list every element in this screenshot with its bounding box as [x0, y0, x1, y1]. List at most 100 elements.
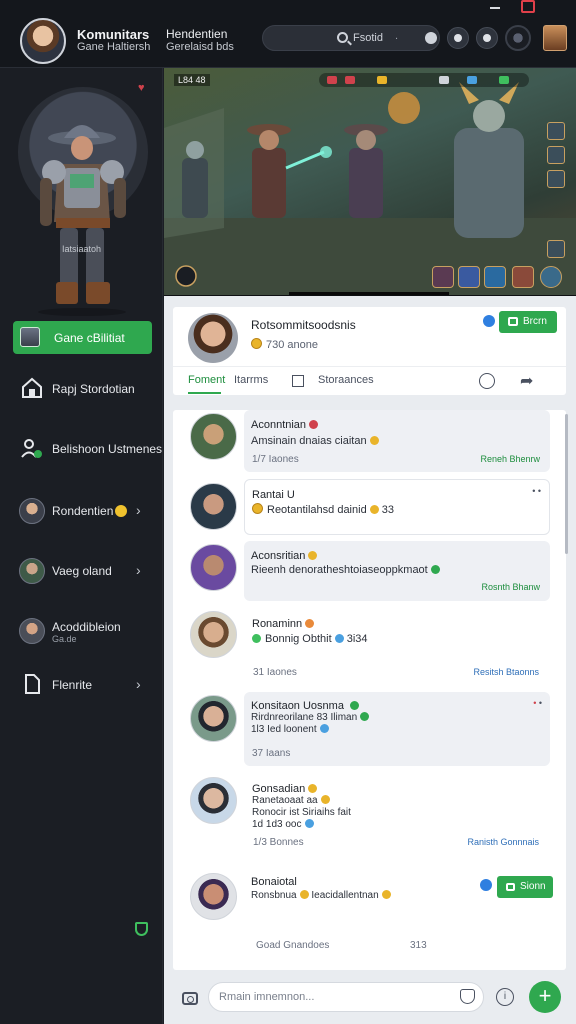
- sidebar-item-home[interactable]: Rapj Stordotian: [0, 370, 163, 410]
- game-screenshot[interactable]: L84 48: [164, 68, 576, 296]
- emoji-icon: [381, 890, 391, 899]
- sidebar-item-friends[interactable]: Belishoon Ustmenes: [0, 430, 163, 470]
- hud-ability-icon: [499, 76, 509, 84]
- sidebar-item-label: Rondentien: [52, 504, 128, 518]
- comment-count: 313: [410, 940, 427, 951]
- search-bar[interactable]: Fsotid .: [262, 25, 440, 51]
- camera-icon[interactable]: [182, 992, 198, 1005]
- comment-author[interactable]: Aconntnian: [251, 419, 319, 431]
- sidebar-item-channel-2[interactable]: Vaeg oland ›: [0, 552, 163, 592]
- game-thumbnail: [20, 327, 40, 347]
- follow-icon: [506, 883, 515, 891]
- game-item-icon[interactable]: [547, 170, 565, 188]
- mic-icon[interactable]: [425, 32, 437, 44]
- sidebar-item-files[interactable]: Flenrite ›: [0, 666, 163, 706]
- status-badge: [309, 420, 319, 429]
- profile-avatar[interactable]: [188, 313, 238, 363]
- comment-bubble: Aconsritian Rieenh denoratheshtoiaseoppk…: [244, 541, 550, 601]
- shield-icon[interactable]: [135, 922, 148, 936]
- tab-items[interactable]: Itarrms: [234, 374, 268, 386]
- search-input[interactable]: Fsotid: [353, 32, 383, 44]
- comment-author[interactable]: Gonsadian: [252, 783, 318, 795]
- add-button[interactable]: +: [529, 981, 561, 1013]
- minimize-icon[interactable]: [488, 2, 502, 12]
- comment-author[interactable]: Konsitaon Uosnma: [251, 700, 360, 712]
- follow-button-label: Brcrn: [523, 316, 547, 327]
- shield-icon: [430, 565, 440, 574]
- game-item-icon[interactable]: [547, 122, 565, 140]
- sidebar-item-channel-3[interactable]: Acoddibleion Ga.de: [0, 612, 163, 652]
- avatar[interactable]: [190, 544, 237, 591]
- share-icon[interactable]: ➦: [520, 371, 533, 391]
- comment-input[interactable]: [208, 982, 484, 1012]
- avatar[interactable]: [190, 413, 237, 460]
- avatar[interactable]: [190, 483, 237, 530]
- follow-button-label: Sionn: [520, 881, 546, 892]
- ability-icon[interactable]: [484, 266, 506, 288]
- comment-bubble: Rantai U • • Reotantilahsd dainid 33: [244, 479, 550, 535]
- comment-text: Amsinain dnaias ciaitan: [251, 435, 379, 447]
- smile-icon[interactable]: [479, 373, 495, 389]
- scrollbar[interactable]: [565, 414, 568, 554]
- coin-icon: [252, 503, 263, 514]
- reply-link[interactable]: Resitsh Btaonns: [473, 667, 539, 677]
- comment-text: Rieenh denoratheshtoiaseoppkmaot: [251, 564, 440, 576]
- heart-icon[interactable]: ♥: [138, 82, 145, 94]
- follow-button[interactable]: Sionn: [497, 876, 553, 898]
- ability-icon[interactable]: [432, 266, 454, 288]
- compose-bar: i +: [173, 981, 566, 1018]
- game-launcher-icon[interactable]: [505, 25, 531, 51]
- comment-author[interactable]: Ronaminn: [252, 618, 315, 630]
- comment-author[interactable]: Rantai U: [252, 489, 295, 501]
- emoji-icon: [115, 505, 128, 517]
- comment-text: Rirdnreorilane 83 Iliman: [251, 712, 370, 723]
- avatar: [19, 558, 45, 584]
- chevron-right-icon[interactable]: ›: [136, 502, 141, 518]
- sidebar-item-label: Belishoon Ustmenes: [52, 442, 163, 456]
- sidebar-item-channel-1[interactable]: Rondentien ›: [0, 492, 163, 532]
- avatar: [19, 618, 45, 644]
- avatar[interactable]: [190, 611, 237, 658]
- comment-time: 31 Iaones: [253, 667, 297, 678]
- tab-storage[interactable]: Storaances: [318, 374, 374, 386]
- comment-bubble: Gonsadian Ranetaoaat aa Ronocir ist Siri…: [244, 774, 550, 856]
- comment-author[interactable]: Aconsritian: [251, 550, 318, 562]
- comment-author[interactable]: Bonaiotal: [251, 876, 297, 888]
- info-icon[interactable]: i: [496, 988, 514, 1006]
- tab-comments[interactable]: Foment: [188, 374, 225, 386]
- active-tab-indicator: [188, 392, 221, 394]
- avatar[interactable]: [190, 873, 237, 920]
- file-icon: [25, 674, 40, 694]
- shield-icon[interactable]: [460, 989, 475, 1004]
- game-item-icon[interactable]: [547, 146, 565, 164]
- emoji-icon: [320, 795, 330, 804]
- comment-text: 1d 1d3 ooc: [252, 819, 314, 830]
- shield-button[interactable]: [476, 27, 498, 49]
- notifications-button[interactable]: [447, 27, 469, 49]
- square-icon[interactable]: [292, 375, 304, 387]
- reply-link[interactable]: Rosnth Bhanw: [481, 582, 540, 592]
- profile-thumbnail[interactable]: [543, 25, 567, 51]
- close-icon[interactable]: [521, 0, 535, 13]
- shield-icon: [360, 712, 370, 721]
- chevron-right-icon[interactable]: ›: [136, 676, 141, 692]
- hero-caption: Iatsiaatoh: [62, 244, 102, 254]
- ability-icon[interactable]: [540, 266, 562, 288]
- reply-link[interactable]: Reneh Bhenrw: [480, 454, 540, 464]
- comment-menu[interactable]: • •: [532, 486, 541, 496]
- game-item-icon[interactable]: [547, 240, 565, 258]
- comment-time: Goad Gnandoes: [256, 940, 330, 951]
- chevron-right-icon[interactable]: ›: [136, 562, 141, 578]
- ability-icon[interactable]: [512, 266, 534, 288]
- reply-link[interactable]: Ranisth Gonnnais: [467, 837, 539, 847]
- avatar[interactable]: [190, 695, 237, 742]
- avatar[interactable]: [190, 777, 237, 824]
- follow-button[interactable]: Brcrn: [499, 311, 557, 333]
- ability-icon[interactable]: [458, 266, 480, 288]
- user-avatar[interactable]: [20, 18, 66, 64]
- profile-tabs: Foment Itarrms Storaances ➦: [173, 366, 566, 394]
- sidebar-item-label: Vaeg oland: [52, 564, 112, 578]
- comment-menu[interactable]: • •: [533, 698, 542, 708]
- sidebar: Iatsiaatoh ♥ Gane cBilitiat Rapj Stordot…: [0, 68, 163, 1024]
- game-cta-button[interactable]: Gane cBilitiat: [13, 321, 152, 354]
